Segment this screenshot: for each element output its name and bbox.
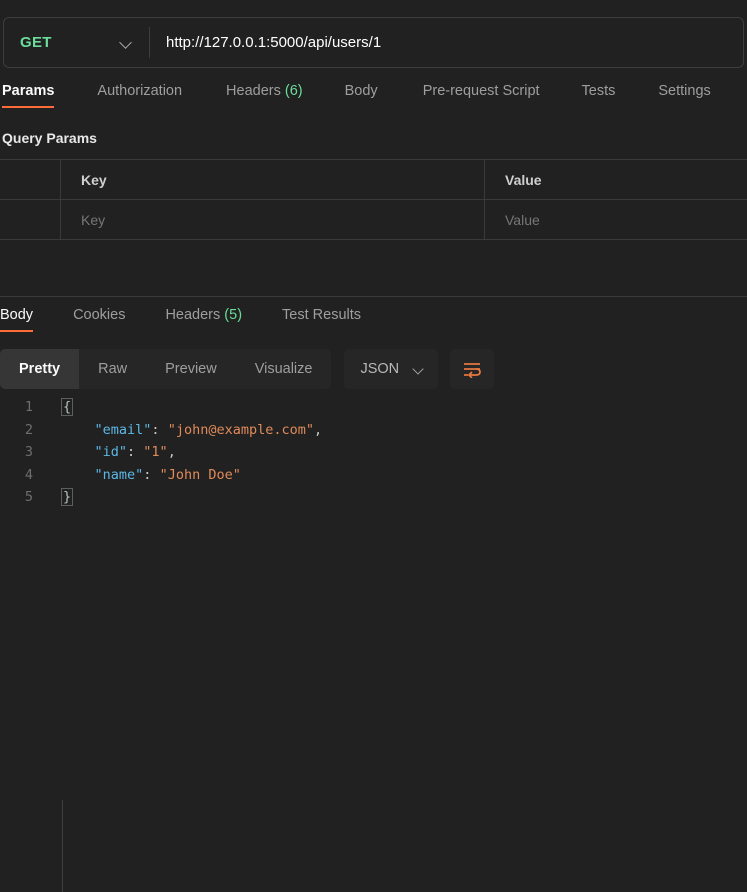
word-wrap-icon bbox=[462, 361, 482, 378]
url-text: http://127.0.0.1:5000/api/users/1 bbox=[166, 34, 381, 51]
json-close-brace: } bbox=[62, 489, 72, 505]
response-tab-bar: Body Cookies Headers (5) Test Results bbox=[0, 307, 747, 339]
chevron-down-icon bbox=[413, 363, 425, 375]
response-tab-body[interactable]: Body bbox=[0, 307, 33, 332]
line-number: 4 bbox=[0, 467, 42, 483]
view-mode-preview[interactable]: Preview bbox=[146, 349, 236, 389]
chevron-down-icon bbox=[120, 36, 133, 49]
code-content: } bbox=[42, 489, 72, 505]
line-number: 1 bbox=[0, 399, 42, 415]
json-value: "1" bbox=[143, 444, 167, 460]
json-key: "id" bbox=[95, 444, 128, 460]
tab-label: Cookies bbox=[73, 307, 125, 323]
header-checkbox-cell bbox=[0, 160, 61, 199]
json-colon: : bbox=[143, 467, 159, 483]
view-mode-raw[interactable]: Raw bbox=[79, 349, 146, 389]
tab-authorization[interactable]: Authorization bbox=[97, 83, 182, 108]
response-tab-headers[interactable]: Headers (5) bbox=[165, 307, 242, 332]
tab-label: Headers bbox=[226, 83, 281, 99]
line-number: 2 bbox=[0, 422, 42, 438]
line-number: 5 bbox=[0, 489, 42, 505]
mode-label: Preview bbox=[165, 361, 217, 377]
view-mode-group: Pretty Raw Preview Visualize bbox=[0, 349, 331, 389]
param-value-placeholder: Value bbox=[505, 212, 540, 228]
http-method-label: GET bbox=[20, 34, 52, 51]
table-header-row: Key Value bbox=[0, 160, 747, 200]
http-method-selector[interactable]: GET bbox=[4, 18, 149, 67]
column-header-value: Value bbox=[505, 172, 542, 188]
response-body-viewer[interactable]: 1 { 2 "email": "john@example.com", 3 "id… bbox=[0, 396, 747, 561]
tab-headers[interactable]: Headers (6) bbox=[226, 83, 303, 108]
code-line: 5 } bbox=[0, 486, 747, 509]
tab-label: Tests bbox=[582, 83, 616, 99]
tab-label: Authorization bbox=[97, 83, 182, 99]
tab-label: Test Results bbox=[282, 307, 361, 323]
mode-label: Raw bbox=[98, 361, 127, 377]
tab-label: Headers bbox=[165, 307, 220, 323]
json-key: "name" bbox=[95, 467, 144, 483]
code-content: "id": "1", bbox=[42, 444, 176, 460]
table-row[interactable]: Key Value bbox=[0, 200, 747, 240]
json-key: "email" bbox=[95, 422, 152, 438]
url-input[interactable]: http://127.0.0.1:5000/api/users/1 bbox=[150, 18, 743, 67]
tab-label: Params bbox=[2, 83, 54, 99]
code-line: 2 "email": "john@example.com", bbox=[0, 419, 747, 442]
view-mode-visualize[interactable]: Visualize bbox=[236, 349, 332, 389]
tab-label: Body bbox=[345, 83, 378, 99]
tab-label: Pre-request Script bbox=[423, 83, 540, 99]
request-tab-bar: Params Authorization Headers (6) Body Pr… bbox=[0, 83, 747, 116]
response-view-toolbar: Pretty Raw Preview Visualize JSON bbox=[0, 349, 494, 389]
format-label: JSON bbox=[360, 361, 399, 377]
response-section-divider bbox=[0, 296, 747, 297]
code-content: "name": "John Doe" bbox=[42, 467, 241, 483]
json-value: "john@example.com" bbox=[168, 422, 314, 438]
code-line: 1 { bbox=[0, 396, 747, 419]
tab-label: Settings bbox=[658, 83, 710, 99]
code-line: 3 "id": "1", bbox=[0, 441, 747, 464]
indent-guide bbox=[62, 800, 63, 892]
mode-label: Visualize bbox=[255, 361, 313, 377]
param-key-placeholder: Key bbox=[81, 212, 105, 228]
tab-tests[interactable]: Tests bbox=[582, 83, 616, 108]
request-url-bar: GET http://127.0.0.1:5000/api/users/1 bbox=[3, 17, 744, 68]
response-tab-cookies[interactable]: Cookies bbox=[73, 307, 125, 332]
json-colon: : bbox=[127, 444, 143, 460]
response-tab-test-results[interactable]: Test Results bbox=[282, 307, 361, 332]
query-params-heading: Query Params bbox=[2, 130, 97, 146]
header-value-cell: Value bbox=[485, 160, 747, 199]
code-content: "email": "john@example.com", bbox=[42, 422, 322, 438]
param-value-input[interactable]: Value bbox=[485, 200, 747, 239]
column-header-key: Key bbox=[81, 172, 107, 188]
code-content: { bbox=[42, 399, 72, 415]
header-key-cell: Key bbox=[61, 160, 485, 199]
json-comma: , bbox=[314, 422, 322, 438]
tab-params[interactable]: Params bbox=[2, 83, 54, 108]
line-number: 3 bbox=[0, 444, 42, 460]
tab-settings[interactable]: Settings bbox=[658, 83, 710, 108]
tab-count-badge: (5) bbox=[224, 307, 242, 323]
json-comma: , bbox=[168, 444, 176, 460]
json-open-brace: { bbox=[62, 399, 72, 415]
row-checkbox-cell[interactable] bbox=[0, 200, 61, 239]
word-wrap-toggle[interactable] bbox=[450, 349, 494, 389]
json-colon: : bbox=[151, 422, 167, 438]
tab-label: Body bbox=[0, 307, 33, 323]
response-format-select[interactable]: JSON bbox=[344, 349, 438, 389]
json-value: "John Doe" bbox=[160, 467, 241, 483]
view-mode-pretty[interactable]: Pretty bbox=[0, 349, 79, 389]
tab-body[interactable]: Body bbox=[345, 83, 378, 108]
tab-count-badge: (6) bbox=[285, 83, 303, 99]
query-params-table: Key Value Key Value bbox=[0, 159, 747, 240]
code-line: 4 "name": "John Doe" bbox=[0, 464, 747, 487]
mode-label: Pretty bbox=[19, 361, 60, 377]
tab-pre-request-script[interactable]: Pre-request Script bbox=[423, 83, 540, 108]
param-key-input[interactable]: Key bbox=[61, 200, 485, 239]
